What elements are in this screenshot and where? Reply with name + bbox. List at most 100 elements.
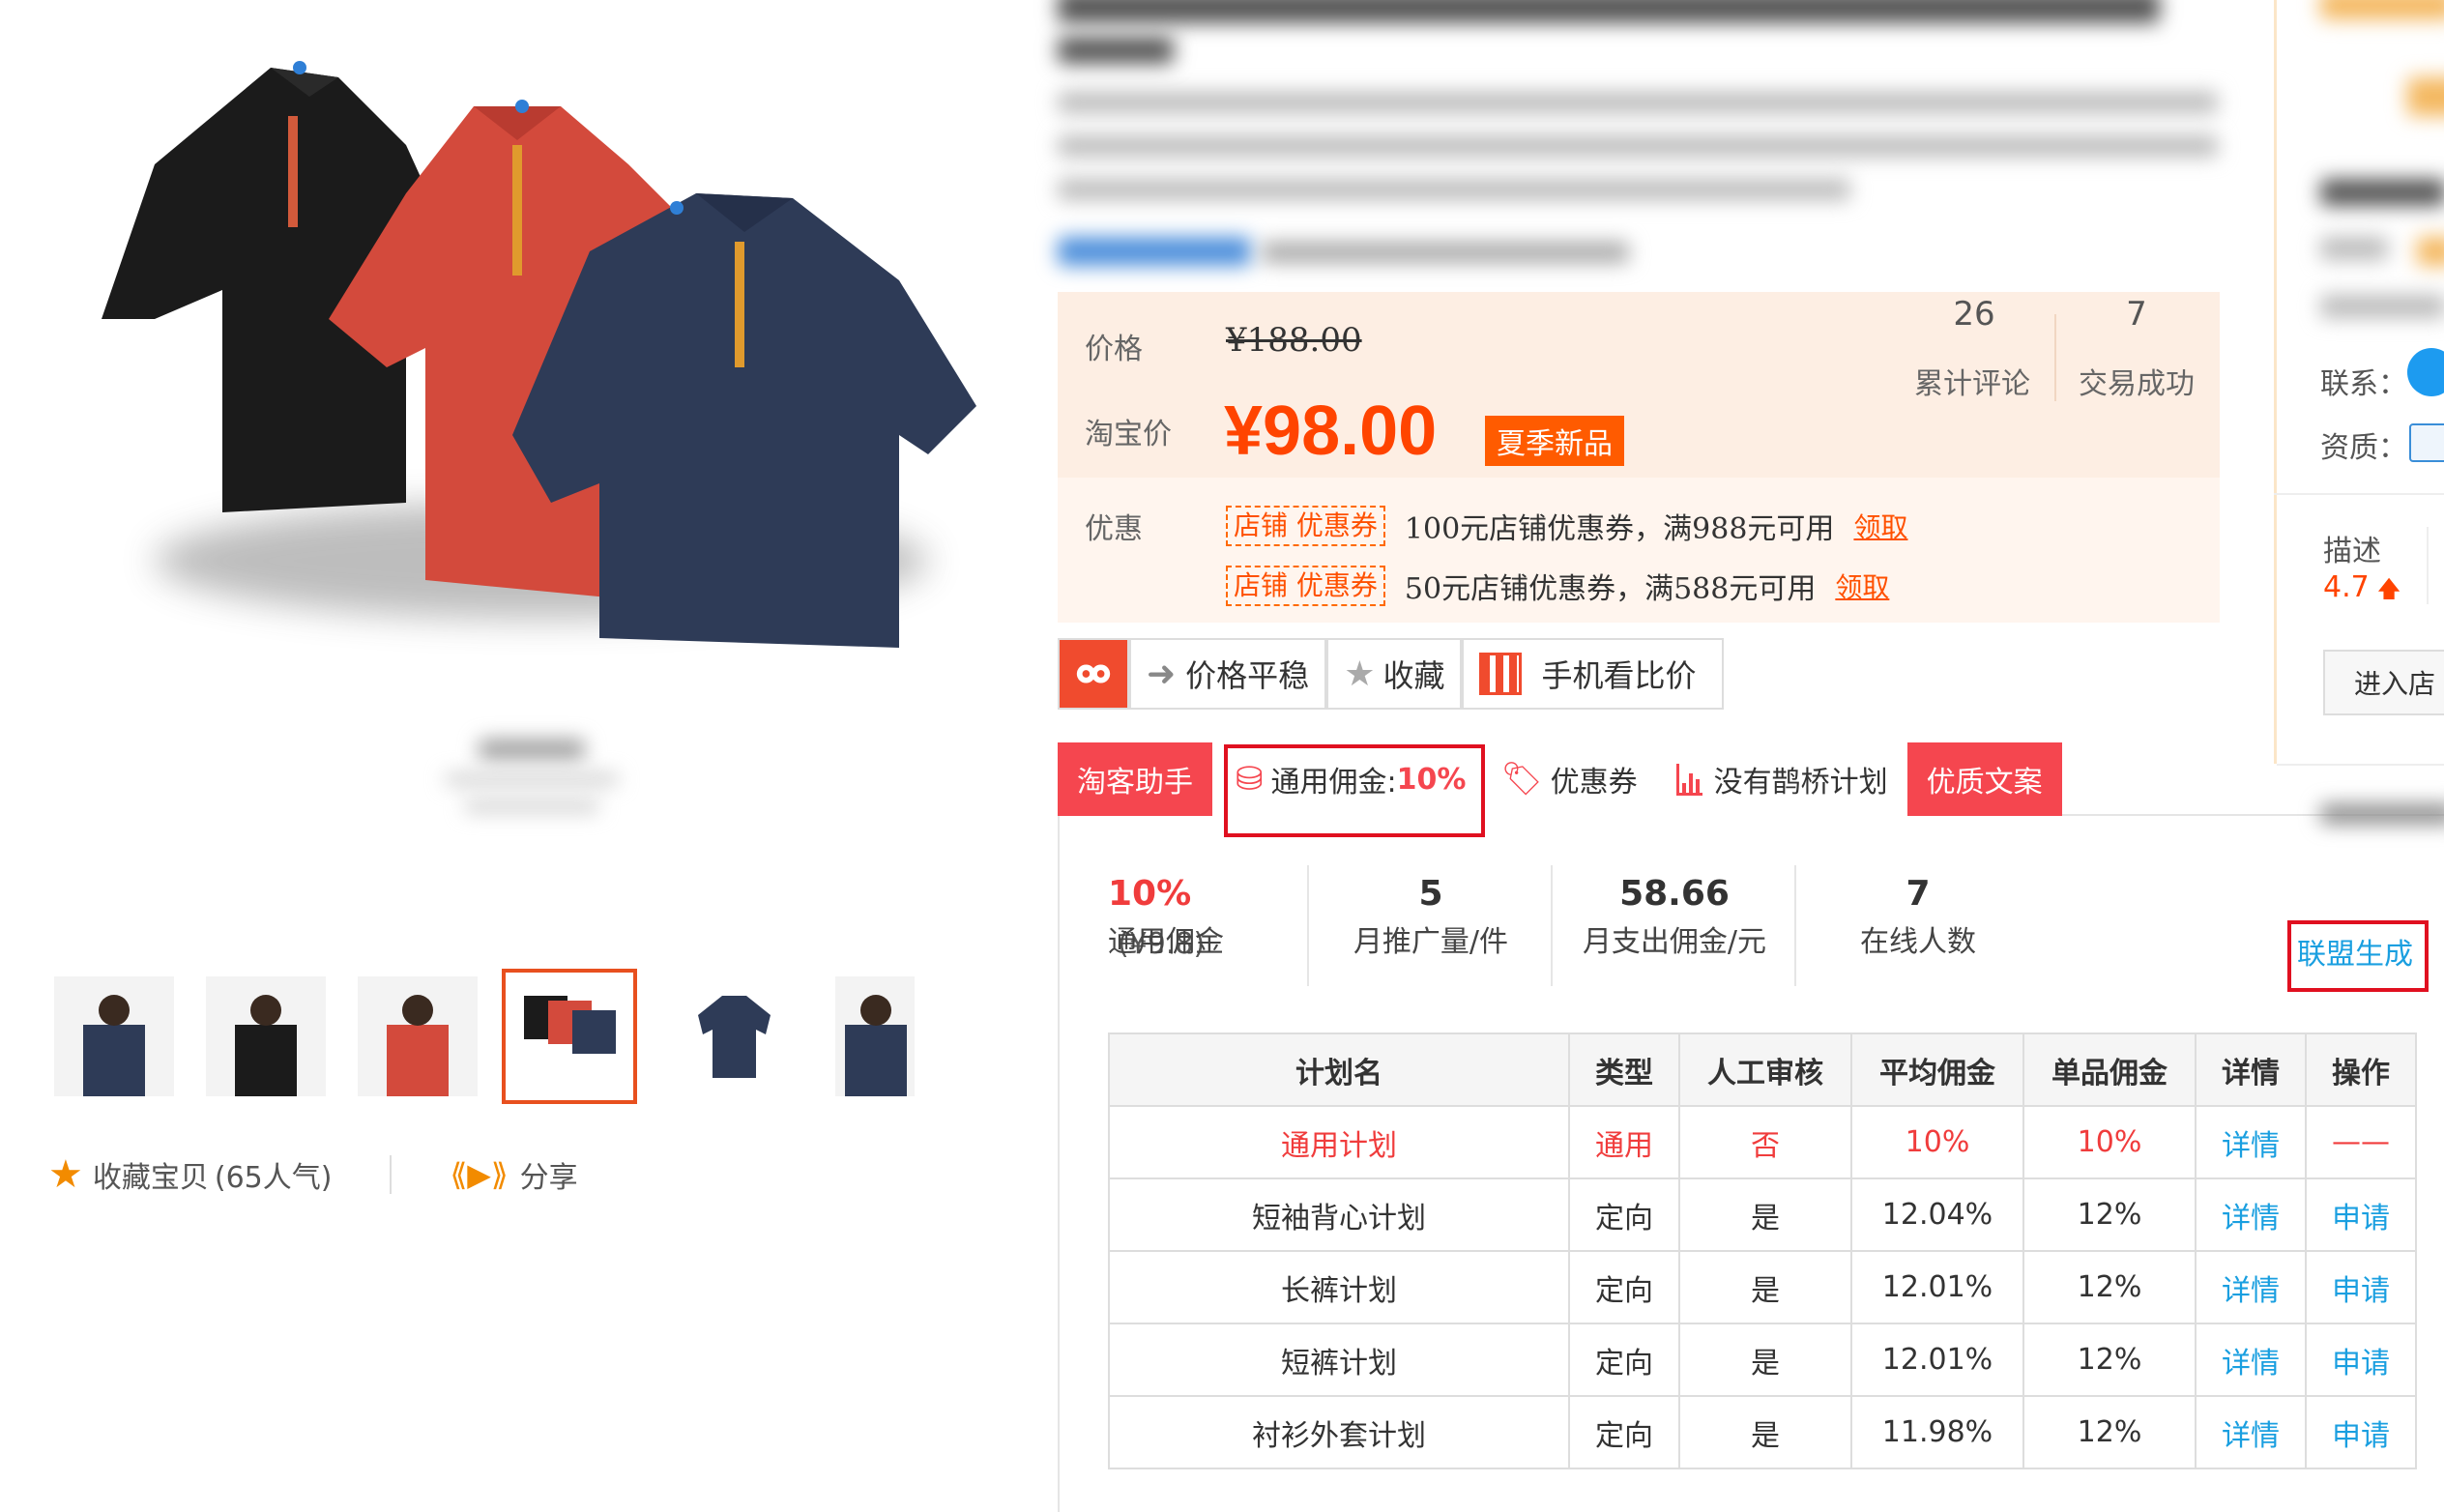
three-polo-shirts-image — [102, 61, 976, 648]
product-subtitle-blurred — [1058, 92, 2218, 113]
plan-detail-link[interactable]: 详情 — [2195, 1323, 2307, 1397]
thumbnail-1[interactable] — [54, 976, 174, 1096]
owl-logo-icon[interactable] — [1058, 638, 1129, 710]
plan-apply-link[interactable]: 申请 — [2305, 1395, 2417, 1469]
plan-review: 是 — [1678, 1323, 1852, 1397]
price-trend-button[interactable]: ➜ 价格平稳 — [1129, 638, 1327, 710]
plan-apply-link[interactable]: 申请 — [2305, 1178, 2417, 1252]
plan-detail-link[interactable]: 详情 — [2195, 1395, 2307, 1469]
thumbnail-3[interactable] — [358, 976, 478, 1096]
plan-table: 计划名 类型 人工审核 平均佣金 单品佣金 详情 操作 通用计划 通用 否 10… — [1108, 1032, 2417, 1469]
plan-item-commission: 12% — [2022, 1395, 2197, 1469]
mobile-compare-button[interactable]: 手机看比价 — [1462, 638, 1724, 710]
star-icon: ★ — [48, 1152, 83, 1197]
coupon-tag: 店铺 优惠券 — [1226, 506, 1385, 546]
table-row: 长裤计划 定向 是 12.01% 12% 详情 申请 — [1108, 1250, 2417, 1324]
claim-coupon-link[interactable]: 领取 — [1835, 567, 1889, 605]
price-trend-label: 价格平稳 — [1185, 657, 1310, 694]
favorite-label[interactable]: 收藏宝贝 — [93, 1153, 209, 1196]
plan-type: 定向 — [1568, 1395, 1680, 1469]
table-header-row: 计划名 类型 人工审核 平均佣金 单品佣金 详情 操作 — [1108, 1032, 2417, 1107]
monthly-payout-label: 月支出佣金/元 — [1582, 925, 1767, 959]
commission-highlight-box — [1224, 744, 1485, 837]
column-header: 详情 — [2195, 1032, 2307, 1107]
main-product-image[interactable] — [0, 0, 1044, 928]
plan-type: 定向 — [1568, 1178, 1680, 1252]
brand-link-blurred — [1058, 237, 1251, 266]
plan-review: 是 — [1678, 1250, 1852, 1324]
plan-item-commission: 12% — [2022, 1250, 2197, 1324]
online-value: 7 — [1906, 874, 1931, 914]
plan-avg-commission: 12.01% — [1850, 1323, 2024, 1397]
plan-name: 通用计划 — [1108, 1105, 1570, 1179]
column-header: 单品佣金 — [2022, 1032, 2197, 1107]
describe-score: 4.7 🡅 — [2323, 570, 2400, 612]
trades-label[interactable]: 交易成功 — [2079, 360, 2195, 402]
plan-detail-link[interactable]: 详情 — [2195, 1178, 2307, 1252]
product-title-blurred — [1058, 0, 2160, 23]
thumbnail-6[interactable] — [835, 976, 915, 1096]
tab-label: 淘客助手 — [1077, 766, 1193, 800]
contact-label: 联系： — [2320, 367, 2407, 401]
coupon-row-2: 店铺 优惠券 50元店铺优惠券，满588元可用 领取 — [1226, 565, 1889, 607]
thumbnail-5[interactable] — [674, 976, 794, 1096]
tab-taoke-assistant[interactable]: 淘客助手 — [1058, 742, 1212, 816]
table-row: 短裤计划 定向 是 12.01% 12% 详情 申请 — [1108, 1323, 2417, 1397]
table-row: 短袖背心计划 定向 是 12.04% 12% 详情 申请 — [1108, 1178, 2417, 1252]
plan-review: 是 — [1678, 1178, 1852, 1252]
favorite-tool-label: 收藏 — [1382, 657, 1445, 694]
arrow-right-icon: ➜ — [1147, 654, 1177, 694]
column-header: 类型 — [1568, 1032, 1680, 1107]
license-icon[interactable] — [2409, 423, 2444, 462]
plan-review: 是 — [1678, 1395, 1852, 1469]
tab-coupon[interactable]: 🏷 优惠券 — [1481, 742, 1657, 816]
tool-row: ➜ 价格平稳 ★ 收藏 手机看比价 — [1058, 638, 1724, 710]
plan-detail-link[interactable]: 详情 — [2195, 1250, 2307, 1324]
coupon-tag: 店铺 优惠券 — [1226, 566, 1385, 606]
plan-item-commission: 12% — [2022, 1323, 2197, 1397]
alliance-highlight-box — [2287, 920, 2429, 992]
reviews-label[interactable]: 累计评论 — [1914, 360, 2030, 402]
share-icon: ⟪▶⟫ — [450, 1156, 509, 1193]
plan-apply-link[interactable]: 申请 — [2305, 1250, 2417, 1324]
plan-avg-commission: 10% — [1850, 1105, 2024, 1179]
plan-name: 短袖背心计划 — [1108, 1178, 1570, 1252]
plan-name: 衬衫外套计划 — [1108, 1395, 1570, 1469]
taobao-price-label: 淘宝价 — [1085, 418, 1172, 451]
tab-label: 没有鹊桥计划 — [1713, 766, 1888, 800]
tab-quality-copy[interactable]: 优质文案 — [1906, 742, 2062, 816]
monthly-promo-label: 月推广量/件 — [1353, 925, 1509, 959]
commission-label: 通用佣金 — [1108, 925, 1224, 959]
describe-score-value: 4.7 — [2323, 570, 2370, 604]
mobile-compare-label: 手机看比价 — [1541, 657, 1697, 694]
commission-rate: 10% — [1108, 874, 1192, 914]
tab-label: 优质文案 — [1926, 766, 2043, 800]
monthly-payout-value: 58.66 — [1619, 874, 1730, 914]
share-label[interactable]: 分享 — [520, 1153, 578, 1196]
favorite-button[interactable]: ★ 收藏 — [1326, 638, 1463, 710]
column-header: 平均佣金 — [1850, 1032, 2024, 1107]
plan-item-commission: 12% — [2022, 1178, 2197, 1252]
plan-type: 定向 — [1568, 1250, 1680, 1324]
new-season-badge: 夏季新品 — [1485, 416, 1624, 466]
enter-shop-button[interactable]: 进入店 — [2323, 650, 2444, 715]
monthly-promo-value: 5 — [1418, 874, 1443, 914]
current-price: ¥98.00 — [1224, 393, 1438, 470]
claim-coupon-link[interactable]: 领取 — [1853, 507, 1907, 545]
divider — [390, 1155, 393, 1194]
arrow-up-icon: 🡅 — [2376, 575, 2401, 602]
plan-avg-commission: 12.04% — [1850, 1178, 2024, 1252]
plan-apply-link[interactable]: 申请 — [2305, 1323, 2417, 1397]
plan-detail-link[interactable]: 详情 — [2195, 1105, 2307, 1179]
plan-name: 短裤计划 — [1108, 1323, 1570, 1397]
thumbnail-2[interactable] — [206, 976, 326, 1096]
plan-item-commission: 10% — [2022, 1105, 2197, 1179]
coupon-row-1: 店铺 优惠券 100元店铺优惠券，满988元可用 领取 — [1226, 505, 1907, 547]
stat-monthly-promo: 5 月推广量/件 — [1311, 870, 1551, 967]
price-label: 价格 — [1085, 333, 1143, 366]
stat-online-users: 7 在线人数 — [1798, 870, 2038, 967]
column-header: 计划名 — [1108, 1032, 1570, 1107]
tab-queqiao[interactable]: 没有鹊桥计划 — [1656, 742, 1907, 816]
thumbnail-4[interactable] — [502, 969, 637, 1104]
table-row: 通用计划 通用 否 10% 10% 详情 —— — [1108, 1105, 2417, 1179]
